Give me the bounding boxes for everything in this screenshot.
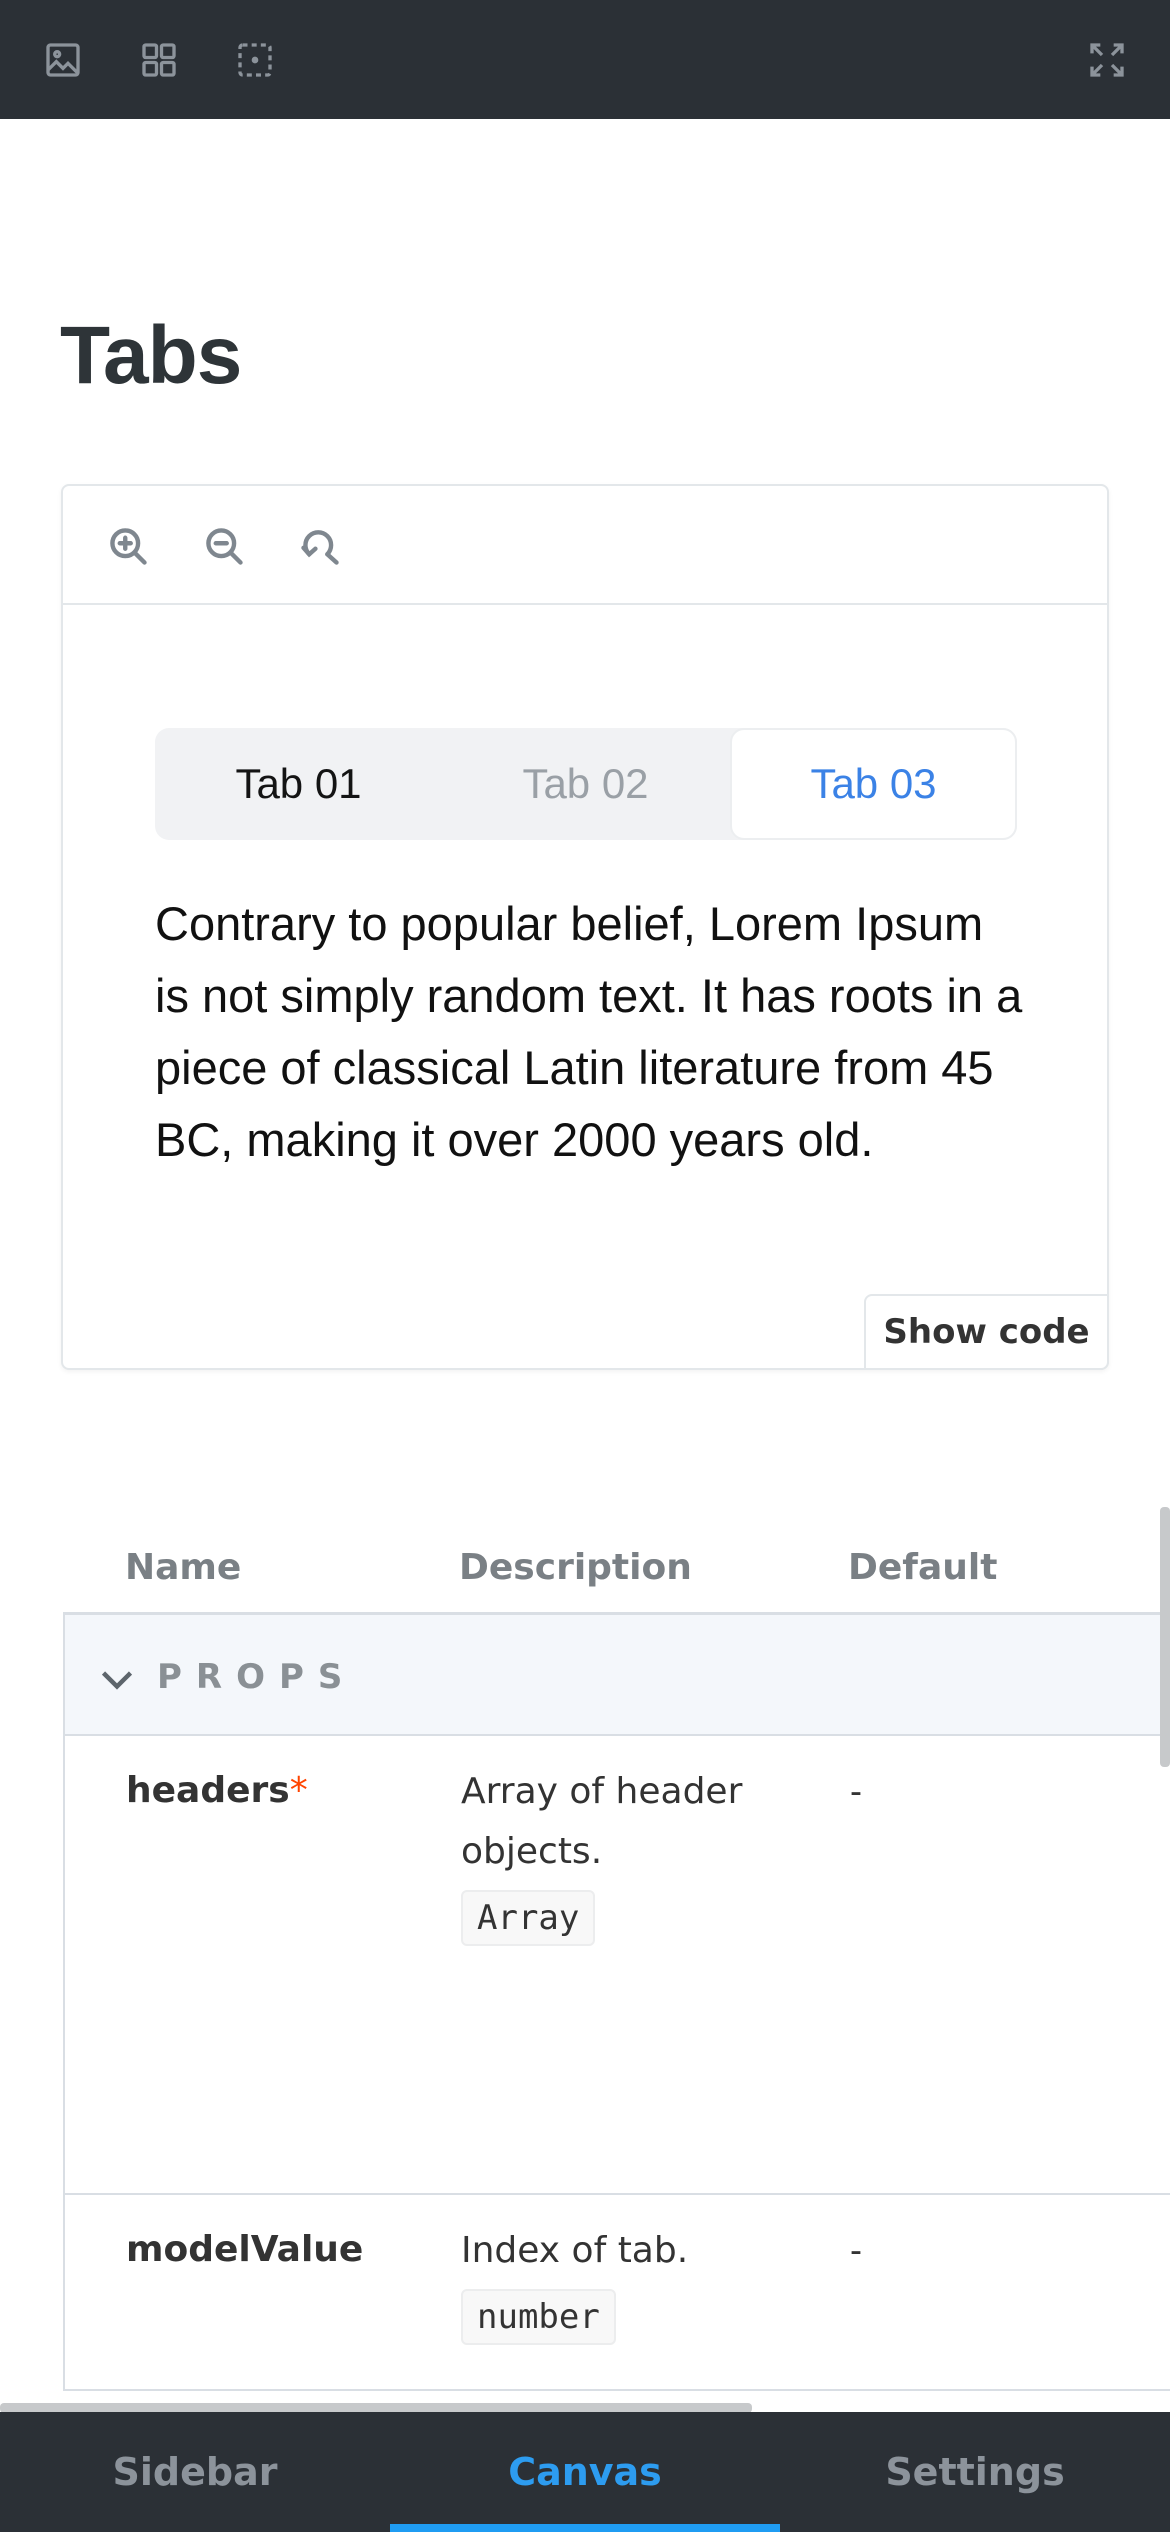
type-badge: number [461,2289,616,2345]
show-code-button[interactable]: Show code [864,1294,1109,1370]
section-label: PROPS [157,1657,357,1697]
prop-name: modelValue [126,2229,364,2270]
image-icon[interactable] [39,36,87,84]
tab-03[interactable]: Tab 03 [730,728,1017,840]
props-section-toggle[interactable]: PROPS [63,1612,1170,1736]
table-row: modelValue Index of tab. number - [63,2195,1170,2391]
active-tab-indicator [390,2524,780,2532]
nav-tab-sidebar[interactable]: Sidebar [0,2412,390,2532]
prop-description: Array of header objects. Array [461,1762,781,1948]
page-title: Tabs [60,310,242,401]
outline-icon[interactable] [231,36,279,84]
chevron-down-icon [99,1661,135,1697]
column-name: Name [125,1547,242,1588]
canvas: Tabs Tab 01 Tab 02 Tab 03 Contrary to po… [0,119,1170,2412]
tab-content: Contrary to popular belief, Lorem Ipsum … [155,897,1023,1166]
tabs-header: Tab 01 Tab 02 Tab 03 [155,728,1017,840]
bottom-nav: Sidebar Canvas Settings [0,2412,1170,2532]
type-badge: Array [461,1890,596,1946]
tab-02[interactable]: Tab 02 [442,728,729,840]
required-mark: * [289,1770,308,1811]
prop-description: Index of tab. number [461,2221,781,2347]
table-header: Name Description Default [63,1507,1170,1612]
zoom-toolbar [63,486,1107,605]
nav-tab-settings[interactable]: Settings [780,2412,1170,2532]
tab-01[interactable]: Tab 01 [155,728,442,840]
column-description: Description [459,1547,692,1588]
prop-default: - [850,2229,862,2270]
table-row: headers* Array of header objects. Array … [63,1736,1170,2195]
fullscreen-icon[interactable] [1083,36,1131,84]
prop-default: - [850,1770,862,1811]
grid-icon[interactable] [135,36,183,84]
reset-zoom-icon[interactable] [296,522,344,570]
zoom-in-icon[interactable] [104,522,152,570]
vertical-scrollbar[interactable] [1160,1507,1170,1767]
column-default: Default [848,1547,998,1588]
nav-tab-canvas[interactable]: Canvas [390,2412,780,2532]
story-preview: Tab 01 Tab 02 Tab 03 Contrary to popular… [61,484,1109,1370]
top-toolbar [0,0,1170,119]
zoom-out-icon[interactable] [200,522,248,570]
prop-name: headers* [126,1770,308,1811]
